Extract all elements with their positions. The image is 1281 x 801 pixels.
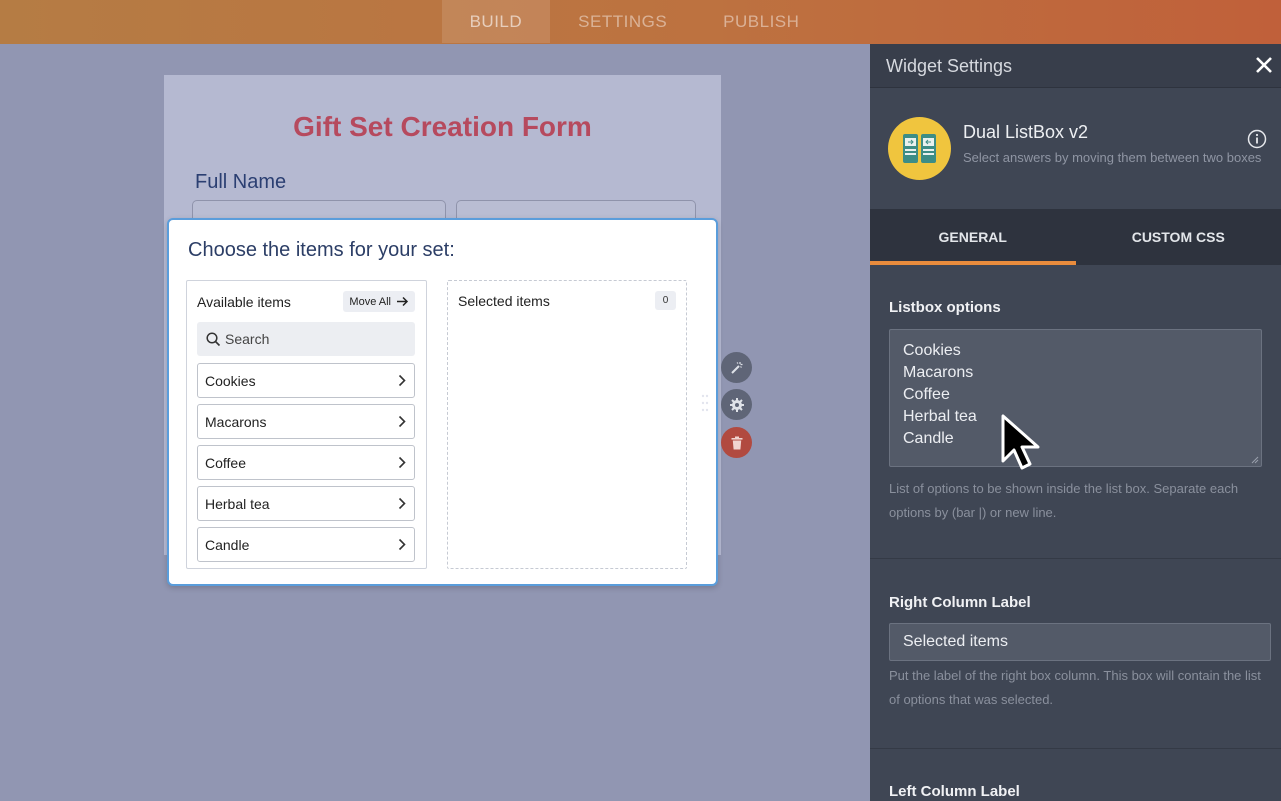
widget-description: Select answers by moving them between tw…: [963, 150, 1262, 165]
tab-settings[interactable]: SETTINGS: [550, 0, 695, 43]
resize-handle-icon[interactable]: [1251, 456, 1259, 464]
dual-listbox-widget[interactable]: Choose the items for your set: Available…: [167, 218, 718, 586]
list-item-label: Candle: [205, 536, 250, 553]
available-items-label: Available items: [197, 294, 291, 310]
chevron-right-icon: [398, 456, 406, 469]
widget-name: Dual ListBox v2: [963, 122, 1089, 142]
list-item[interactable]: Macarons: [197, 404, 415, 439]
tab-publish[interactable]: PUBLISH: [695, 0, 827, 43]
panel-header: Widget Settings: [870, 44, 1281, 88]
full-name-label: Full Name: [195, 171, 287, 193]
settings-button[interactable]: [721, 389, 752, 420]
option-line: Cookies: [903, 342, 961, 359]
selected-count-badge: 0: [655, 291, 676, 310]
chevron-right-icon: [398, 538, 406, 551]
close-icon[interactable]: [1251, 52, 1277, 78]
search-icon: [206, 331, 221, 346]
list-item[interactable]: Coffee: [197, 445, 415, 480]
list-item-label: Cookies: [205, 372, 256, 389]
drag-handle-icon[interactable]: [701, 394, 709, 412]
option-line: Macarons: [903, 364, 974, 381]
delete-button[interactable]: [721, 427, 752, 458]
widget-settings-panel: Widget Settings Dual ListBox v2 Select a…: [870, 44, 1281, 801]
settings-tabs: GENERAL CUSTOM CSS: [870, 209, 1281, 265]
listbox-options-textarea[interactable]: Cookies Macarons Coffee Herbal tea Candl…: [889, 329, 1262, 467]
list-item[interactable]: Candle: [197, 527, 415, 562]
search-placeholder: Search: [225, 331, 270, 347]
list-item[interactable]: Cookies: [197, 363, 415, 398]
option-line: Coffee: [903, 386, 950, 403]
listbox-options-help: List of options to be shown inside the l…: [889, 481, 1239, 520]
arrow-right-icon: [397, 296, 409, 307]
divider: [870, 748, 1281, 749]
option-line: Herbal tea: [903, 408, 977, 425]
form-title: Gift Set Creation Form: [293, 111, 592, 142]
right-column-value: Selected items: [903, 633, 1008, 650]
dual-listbox-icon: [888, 117, 951, 180]
left-column-label: Left Column Label: [889, 783, 1020, 800]
available-items-box: Available items Move All Search Cookies …: [186, 280, 427, 569]
mouse-cursor-icon: [1001, 414, 1040, 470]
move-all-label: Move All: [349, 295, 391, 308]
wand-button[interactable]: [721, 352, 752, 383]
list-item-label: Herbal tea: [205, 495, 270, 512]
widget-info: Dual ListBox v2 Select answers by moving…: [870, 89, 1281, 209]
gear-icon: [729, 397, 744, 412]
search-input[interactable]: Search: [197, 322, 415, 356]
right-column-input[interactable]: Selected items: [889, 623, 1271, 661]
selected-items-label: Selected items: [458, 293, 550, 309]
tab-build[interactable]: BUILD: [441, 0, 551, 43]
list-item-label: Coffee: [205, 454, 246, 471]
option-line: Candle: [903, 430, 954, 447]
right-column-label: Right Column Label: [889, 594, 1031, 611]
chevron-right-icon: [398, 497, 406, 510]
list-item-label: Macarons: [205, 413, 267, 430]
chevron-right-icon: [398, 374, 406, 387]
tab-custom-css[interactable]: CUSTOM CSS: [1076, 209, 1281, 265]
chevron-right-icon: [398, 415, 406, 428]
move-all-button[interactable]: Move All: [343, 291, 415, 312]
listbox-options-label: Listbox options: [889, 299, 1001, 316]
trash-icon: [731, 436, 742, 449]
right-column-help: Put the label of the right box column. T…: [889, 668, 1261, 707]
widget-question: Choose the items for your set:: [188, 239, 455, 261]
panel-title: Widget Settings: [886, 56, 1013, 76]
selected-items-box[interactable]: Selected items 0: [447, 280, 687, 569]
tab-general[interactable]: GENERAL: [870, 209, 1076, 265]
info-icon[interactable]: [1247, 129, 1267, 149]
list-item[interactable]: Herbal tea: [197, 486, 415, 521]
wand-icon: [730, 361, 742, 374]
divider: [870, 558, 1281, 559]
top-navigation: BUILD SETTINGS PUBLISH: [0, 0, 1281, 44]
